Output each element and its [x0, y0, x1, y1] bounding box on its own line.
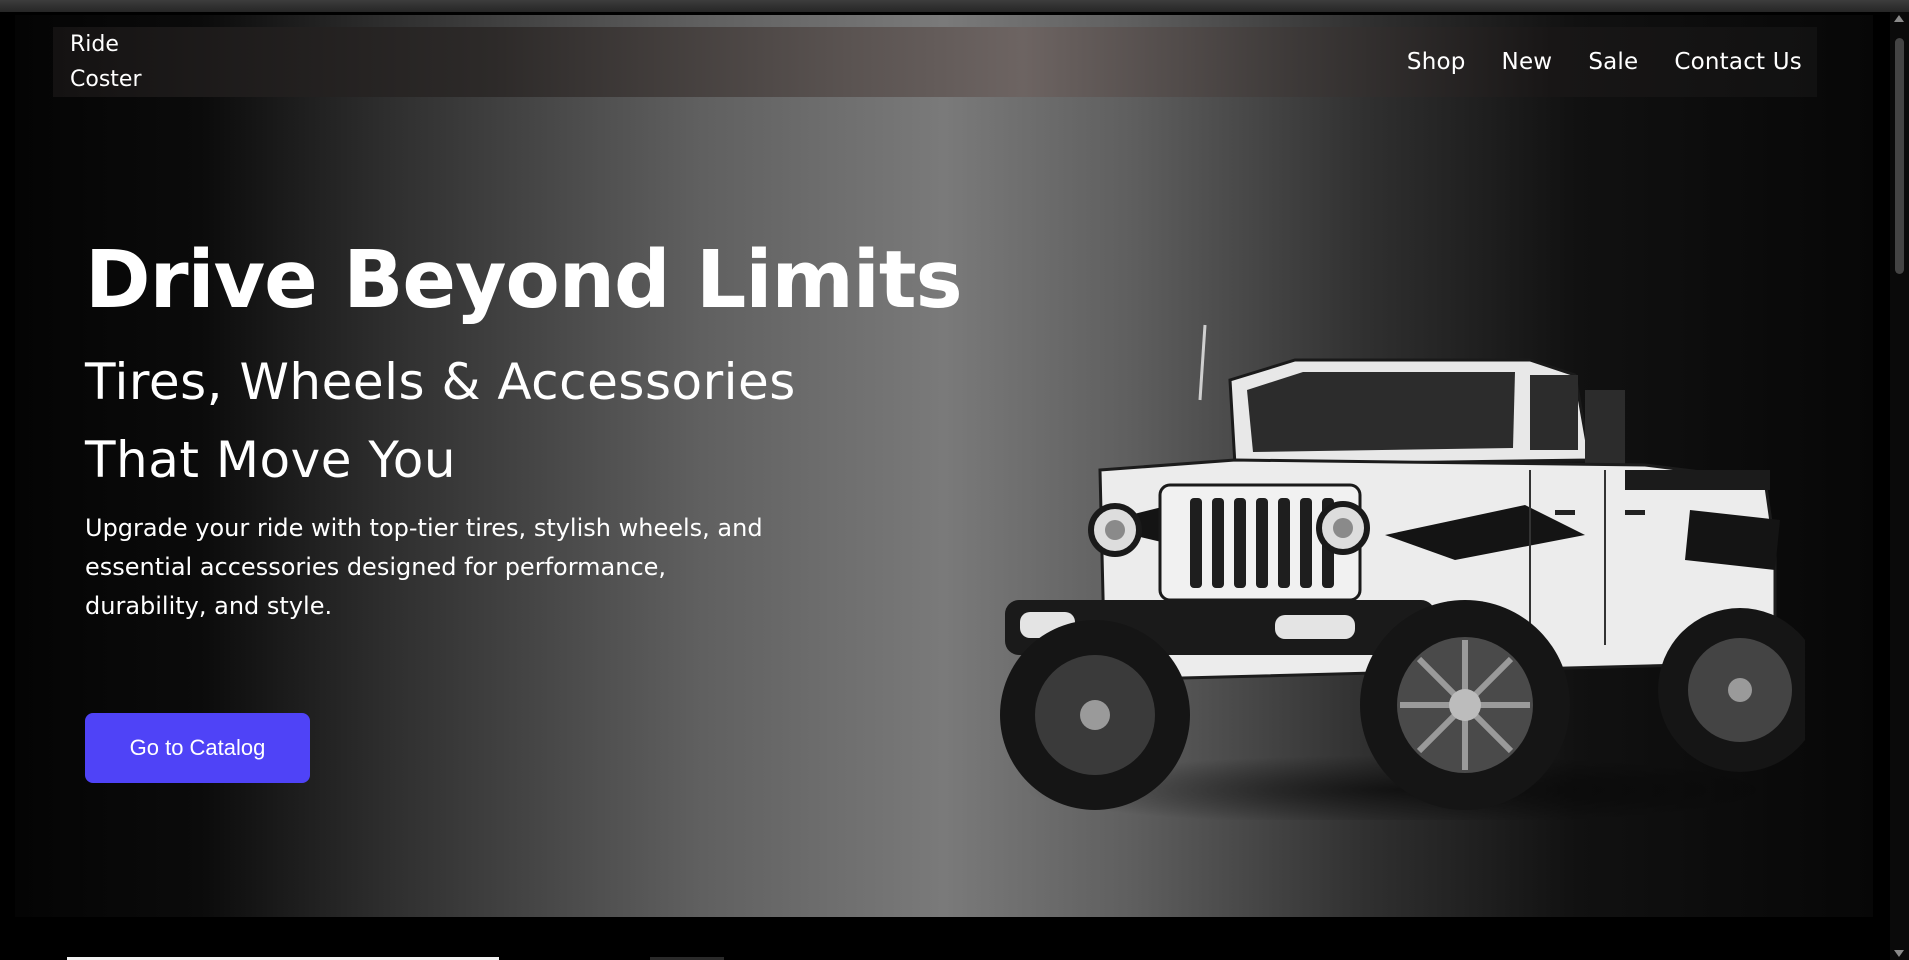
nav-link-contact-us[interactable]: Contact Us: [1674, 49, 1802, 75]
navbar: Ride Coster Shop New Sale Contact Us: [53, 27, 1817, 97]
hero-subheadline: Tires, Wheels & Accessories That Move Yo…: [85, 353, 796, 489]
scroll-down-arrow-icon[interactable]: [1894, 950, 1904, 957]
go-to-catalog-button[interactable]: Go to Catalog: [85, 713, 310, 783]
nav-link-sale[interactable]: Sale: [1588, 49, 1638, 75]
nav-link-shop[interactable]: Shop: [1407, 49, 1466, 75]
hero-headline: Drive Beyond Limits: [85, 234, 963, 326]
scroll-up-arrow-icon[interactable]: [1894, 15, 1904, 22]
brand-logo[interactable]: Ride Coster: [70, 27, 160, 97]
vertical-scrollbar[interactable]: [1890, 12, 1909, 960]
nav-link-new[interactable]: New: [1502, 49, 1553, 75]
browser-top-strip: [0, 0, 1909, 12]
pickup-truck-image: [1000, 324, 1805, 820]
nav-links: Shop New Sale Contact Us: [1407, 49, 1802, 75]
hero-description: Upgrade your ride with top-tier tires, s…: [85, 514, 763, 620]
scrollbar-thumb[interactable]: [1895, 38, 1904, 274]
hero-copy: Drive Beyond Limits Tires, Wheels & Acce…: [85, 225, 985, 626]
